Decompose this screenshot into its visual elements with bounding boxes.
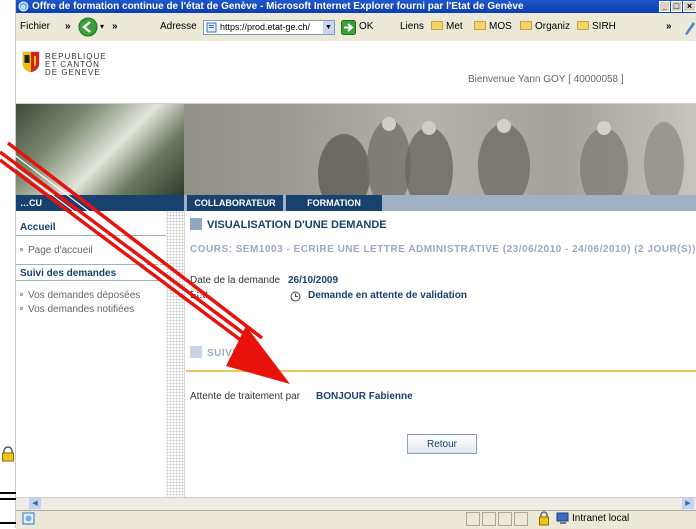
web-page: REPUBLIQUE ET CANTON DE GENEVE Bienvenue… bbox=[16, 41, 696, 497]
parc-bastions-image bbox=[16, 104, 184, 195]
link-sirh[interactable]: SIRH bbox=[577, 13, 616, 41]
toolbar-chevron-3[interactable]: » bbox=[666, 13, 672, 41]
go-arrow-icon[interactable] bbox=[341, 20, 356, 35]
banner-image bbox=[16, 104, 696, 195]
lock-icon bbox=[2, 446, 14, 462]
page-title: VISUALISATION D'UNE DEMANDE bbox=[190, 218, 387, 231]
nav-menu-label: …CU bbox=[16, 195, 184, 211]
security-zone: Intranet local bbox=[572, 513, 630, 524]
attente-label: Attente de traitement par bbox=[190, 391, 301, 402]
suivi-section-title: SUIVI bbox=[190, 346, 236, 359]
address-label: Adresse bbox=[160, 21, 197, 32]
sidebar-item-demandes-notifiees[interactable]: Vos demandes notifiées bbox=[20, 304, 134, 315]
scroll-right-arrow-icon[interactable]: ▶ bbox=[682, 498, 694, 509]
scroll-left-arrow-icon[interactable]: ◀ bbox=[29, 498, 41, 509]
back-dropdown-icon[interactable]: ▾ bbox=[100, 13, 104, 41]
minimize-button[interactable]: _ bbox=[659, 1, 670, 12]
file-menu[interactable]: Fichier bbox=[20, 13, 50, 41]
maximize-button[interactable]: □ bbox=[671, 1, 682, 12]
sidebar-item-demandes-deposees[interactable]: Vos demandes déposées bbox=[20, 290, 140, 301]
course-title: COURS: SEM1003 - ECRIRE UNE LETTRE ADMIN… bbox=[190, 244, 696, 255]
date-value: 26/10/2009 bbox=[288, 275, 339, 286]
bullet-icon bbox=[20, 307, 23, 310]
republique-logo-text: REPUBLIQUE ET CANTON DE GENEVE bbox=[45, 53, 107, 77]
address-dropdown-icon[interactable]: ▼ bbox=[323, 21, 334, 34]
sidebar-item-label: Page d'accueil bbox=[28, 245, 93, 256]
status-segment bbox=[466, 512, 480, 526]
section-square-icon bbox=[190, 218, 202, 230]
site-header bbox=[16, 41, 696, 104]
sidebar-item-label: Vos demandes déposées bbox=[28, 290, 141, 301]
toolbar-chevron-2[interactable]: » bbox=[112, 13, 118, 41]
internet-explorer-icon: e bbox=[18, 1, 29, 12]
back-icon[interactable] bbox=[78, 17, 98, 37]
bullet-icon bbox=[20, 248, 23, 251]
tab-formation[interactable]: FORMATION bbox=[286, 195, 382, 211]
section-square-icon bbox=[190, 346, 202, 358]
sidebar-item-page-accueil[interactable]: Page d'accueil bbox=[20, 245, 93, 256]
window-title: Offre de formation continue de l'état de… bbox=[32, 1, 524, 12]
sidebar-item-label: Vos demandes notifiées bbox=[28, 304, 135, 315]
svg-text:e: e bbox=[21, 3, 26, 12]
folder-icon bbox=[577, 21, 589, 30]
page-title-text: VISUALISATION D'UNE DEMANDE bbox=[207, 219, 387, 231]
intranet-icon bbox=[556, 512, 569, 524]
toolbar-chevron[interactable]: » bbox=[65, 13, 71, 41]
status-segment bbox=[498, 512, 512, 526]
logo-line-3: DE GENEVE bbox=[45, 68, 101, 77]
section-divider bbox=[186, 370, 696, 372]
retour-button[interactable]: Retour bbox=[407, 434, 477, 454]
go-button[interactable]: OK bbox=[359, 13, 373, 41]
sidebar-accueil[interactable]: Accueil bbox=[16, 219, 166, 236]
folder-icon bbox=[431, 21, 443, 30]
etat-value: Demande en attente de validation bbox=[308, 290, 467, 301]
link-sirh-label: SIRH bbox=[592, 21, 616, 32]
link-mos[interactable]: MOS bbox=[474, 13, 512, 41]
link-organiz[interactable]: Organiz bbox=[520, 13, 570, 41]
geneva-coat-of-arms-icon bbox=[22, 51, 40, 73]
divider bbox=[0, 522, 16, 524]
folder-icon bbox=[474, 21, 486, 30]
link-organiz-label: Organiz bbox=[535, 21, 571, 32]
reformers-wall-image bbox=[318, 117, 684, 195]
welcome-text: Bienvenue Yann GOY [ 40000058 ] bbox=[468, 74, 624, 85]
link-mos-label: MOS bbox=[489, 21, 512, 32]
sidebar-pattern bbox=[166, 211, 184, 497]
clock-icon bbox=[290, 291, 301, 302]
tab-collaborateur[interactable]: COLLABORATEUR bbox=[187, 195, 283, 211]
folder-icon bbox=[520, 21, 532, 30]
attente-value: BONJOUR Fabienne bbox=[316, 391, 413, 402]
address-value: https://prod.etat-ge.ch/ bbox=[220, 22, 311, 32]
date-label: Date de la demande bbox=[190, 275, 281, 286]
page-icon bbox=[206, 22, 217, 33]
link-met[interactable]: Met bbox=[431, 13, 463, 41]
lock-icon bbox=[539, 511, 549, 526]
horizontal-scrollbar[interactable] bbox=[16, 497, 696, 511]
address-input[interactable]: https://prod.etat-ge.ch/ bbox=[203, 20, 335, 35]
etat-label: État bbox=[190, 290, 208, 301]
suivi-title-text: SUIVI bbox=[207, 348, 236, 359]
toolbar-extra-icon[interactable] bbox=[683, 20, 696, 36]
link-met-label: Met bbox=[446, 21, 463, 32]
page-status-icon bbox=[22, 512, 35, 525]
divider bbox=[0, 498, 16, 500]
sidebar-suivi-demandes[interactable]: Suivi des demandes bbox=[16, 264, 166, 281]
bullet-icon bbox=[20, 293, 23, 296]
main-content: VISUALISATION D'UNE DEMANDE COURS: SEM10… bbox=[186, 211, 696, 497]
close-button[interactable]: × bbox=[683, 1, 696, 12]
file-menu-label: Fichier bbox=[20, 21, 51, 32]
status-segment bbox=[482, 512, 496, 526]
links-label: Liens bbox=[400, 21, 424, 32]
divider bbox=[0, 492, 16, 494]
status-segment bbox=[514, 512, 528, 526]
